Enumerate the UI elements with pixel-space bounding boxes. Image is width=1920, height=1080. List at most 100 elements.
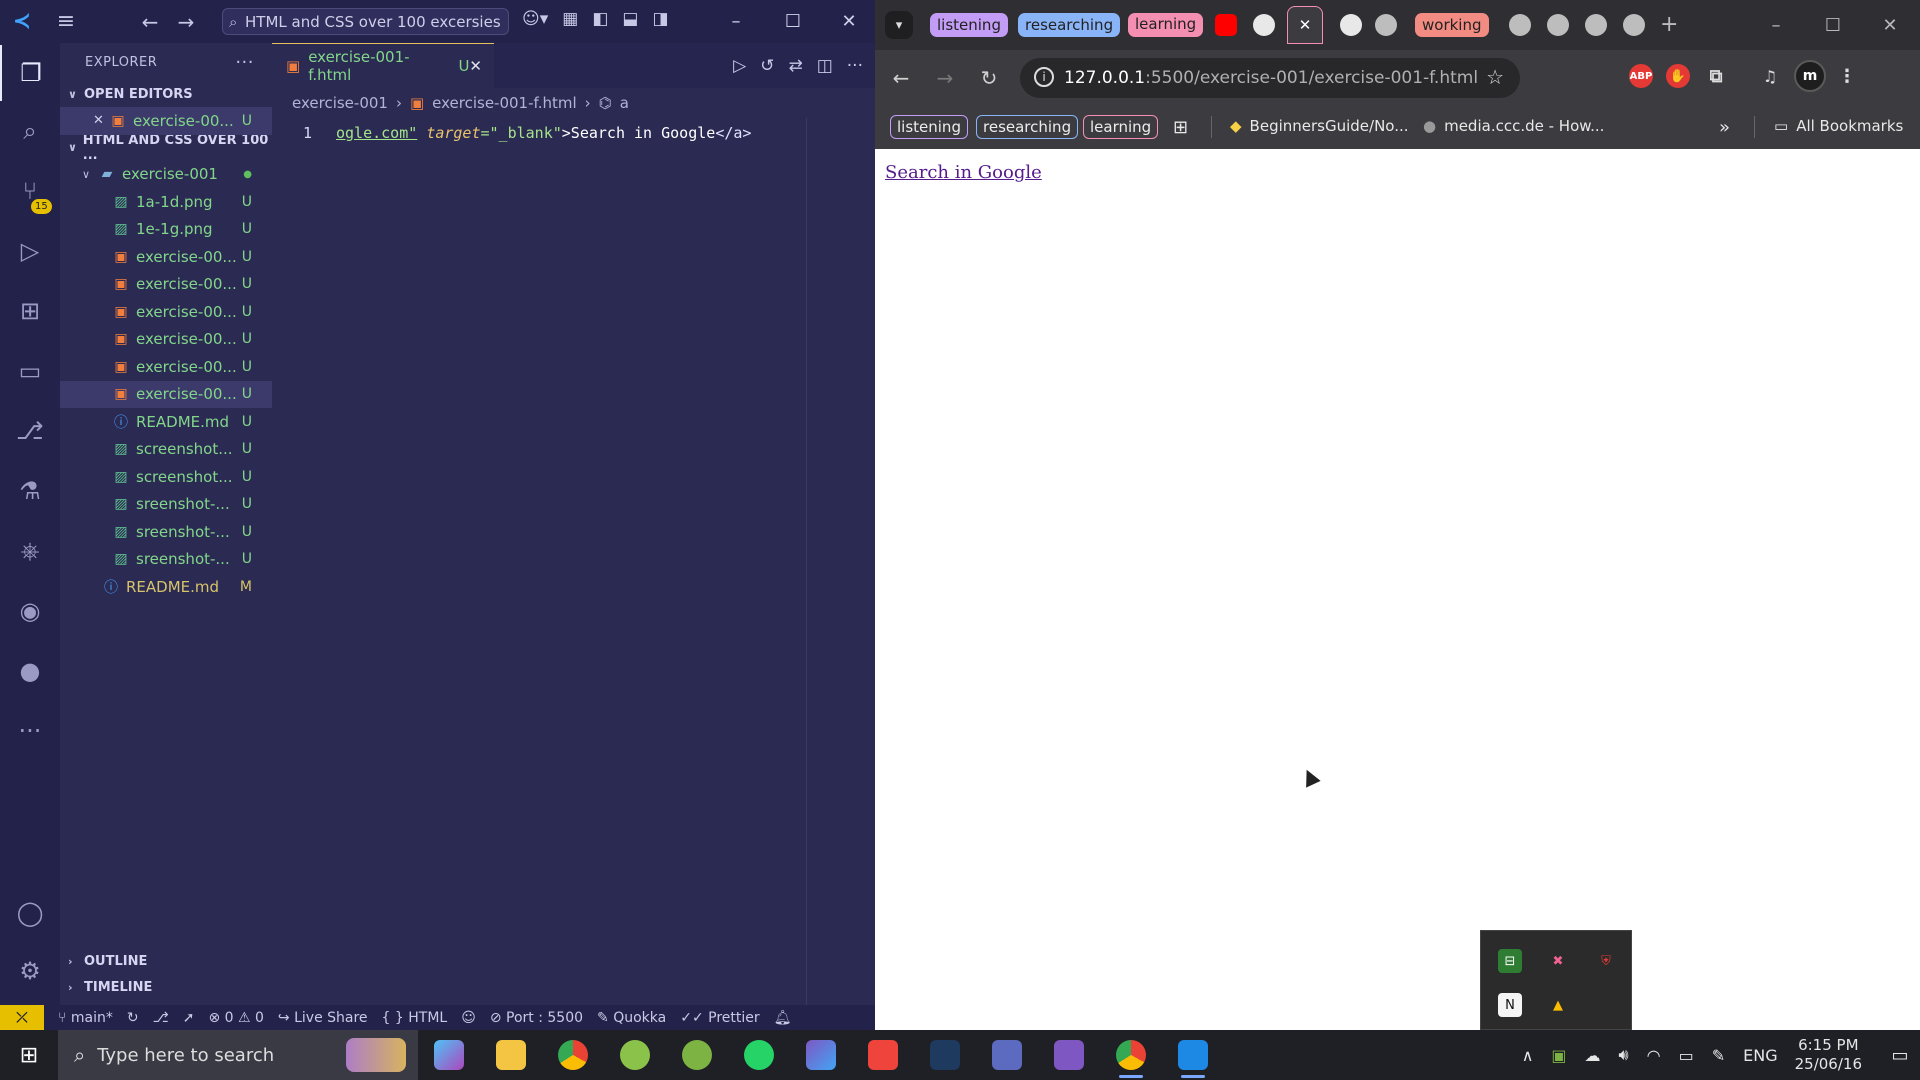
root-readme-row[interactable]: ⓘ README.md M xyxy=(60,573,272,601)
editor-tab[interactable]: ▣ exercise-001-f.html U ✕ xyxy=(272,43,494,88)
remote-explorer-icon[interactable]: ▭ xyxy=(0,343,60,399)
chrome-menu-icon[interactable]: ⋮ xyxy=(1835,64,1859,88)
copilot-taskbar-icon[interactable] xyxy=(418,1030,480,1080)
bookmark-group-researching[interactable]: researching xyxy=(976,115,1079,139)
onedrive-icon[interactable]: ☁ xyxy=(1585,1046,1601,1065)
chrome-minimize-button[interactable]: – xyxy=(1747,0,1805,50)
minimap[interactable] xyxy=(806,118,875,1008)
language-indicator[interactable]: ENG xyxy=(1743,1046,1777,1065)
extension-hand-icon[interactable]: ✋ xyxy=(1666,64,1690,88)
notion-icon[interactable]: N xyxy=(1498,993,1522,1017)
file-row[interactable]: ▣ exercise-00... U xyxy=(60,298,272,326)
code-line[interactable]: 1 ogle.com" target="_blank">Search in Go… xyxy=(272,118,875,148)
branch-status[interactable]: ⑂ main* xyxy=(58,1010,113,1026)
compare-icon[interactable]: ⇄ xyxy=(788,56,802,76)
obsidian-taskbar-icon[interactable] xyxy=(1038,1030,1100,1080)
vscode-taskbar-icon[interactable] xyxy=(1162,1030,1224,1080)
pen-icon[interactable]: ✎ xyxy=(1712,1046,1725,1065)
file-row[interactable]: ▣ exercise-00... U xyxy=(60,326,272,354)
github-tab-icon[interactable] xyxy=(1340,14,1362,36)
toggle-panel-icon[interactable]: ⬓ xyxy=(622,9,638,29)
customize-layout-icon[interactable]: ▦ xyxy=(562,9,578,29)
breadcrumb-folder[interactable]: exercise-001 xyxy=(292,94,388,112)
problems-status[interactable]: ⊗ 0 ⚠ 0 xyxy=(208,1010,263,1026)
more-actions-icon[interactable]: ··· xyxy=(847,56,863,76)
anydesk-taskbar-icon[interactable] xyxy=(852,1030,914,1080)
code-text[interactable]: ogle.com" target="_blank">Search in Goog… xyxy=(326,124,776,142)
quokka-icon[interactable]: ◉ xyxy=(0,583,60,639)
chrome-tab-icon[interactable] xyxy=(1623,14,1645,36)
breadcrumb-file[interactable]: exercise-001-f.html xyxy=(432,94,577,112)
chrome-active-taskbar-icon[interactable] xyxy=(1100,1030,1162,1080)
tray-app-icon[interactable]: ✖ xyxy=(1546,949,1570,973)
kubernetes-icon[interactable]: ⎈ xyxy=(0,523,60,579)
tab-group-working[interactable]: working xyxy=(1415,13,1489,37)
file-explorer-taskbar-icon[interactable] xyxy=(480,1030,542,1080)
file-row[interactable]: ▨ 1a-1d.png U xyxy=(60,188,272,216)
bookmark-star-icon[interactable]: ☆ xyxy=(1486,65,1504,89)
notifications-bell-icon[interactable]: 🔔︎ xyxy=(774,1010,792,1026)
apps-grid-icon[interactable]: ⊞ xyxy=(1173,117,1188,138)
file-row[interactable]: ▨ 1e-1g.png U xyxy=(60,216,272,244)
file-row[interactable]: ▨ sreenshot-... U xyxy=(60,546,272,574)
prettier-status[interactable]: ✓✓ Prettier xyxy=(680,1010,759,1026)
bookmark-media-ccc[interactable]: ● media.ccc.de - How... xyxy=(1423,117,1604,135)
rocket-icon[interactable]: ➚ xyxy=(183,1010,195,1026)
close-button[interactable]: ✕ xyxy=(820,0,878,43)
file-row[interactable]: ▣ exercise-00... U xyxy=(60,353,272,381)
app-taskbar-icon[interactable] xyxy=(976,1030,1038,1080)
github-tab-icon[interactable] xyxy=(1253,14,1275,36)
chrome-maximize-button[interactable]: ☐ xyxy=(1804,0,1862,50)
maximize-button[interactable]: ☐ xyxy=(764,0,822,43)
chrome-tab-icon[interactable] xyxy=(1585,14,1607,36)
open-editor-item[interactable]: ✕ ▣ exercise-00... U xyxy=(60,107,272,135)
windows-start-icon[interactable]: ⊞ xyxy=(0,1030,58,1080)
close-editor-icon[interactable]: ✕ xyxy=(93,113,109,128)
file-row[interactable]: ▣ exercise-00... U xyxy=(60,380,272,408)
language-status[interactable]: { } HTML xyxy=(382,1010,448,1026)
testing-icon[interactable]: ⚗ xyxy=(0,463,60,519)
bookmark-group-listening[interactable]: listening xyxy=(890,115,968,139)
reload-icon[interactable]: ↻ xyxy=(967,66,1011,90)
extensions-puzzle-icon[interactable]: ⧉ xyxy=(1704,64,1728,88)
explorer-more-icon[interactable]: ··· xyxy=(235,52,254,73)
app-taskbar-icon[interactable] xyxy=(604,1030,666,1080)
wifi-icon[interactable]: ◠ xyxy=(1647,1046,1661,1065)
active-tab-close-icon[interactable]: ✕ xyxy=(1287,6,1323,44)
more-icon[interactable]: ··· xyxy=(0,703,60,759)
split-editor-icon[interactable]: ◫ xyxy=(817,56,833,76)
chrome-close-button[interactable]: ✕ xyxy=(1861,0,1919,50)
back-arrow-icon[interactable]: ← xyxy=(138,10,162,34)
file-row[interactable]: ▣ exercise-00... U xyxy=(60,271,272,299)
new-tab-plus-icon[interactable]: + xyxy=(1660,12,1678,37)
adblock-plus-icon[interactable]: ABP xyxy=(1629,64,1653,88)
tab-group-learning[interactable]: learning xyxy=(1128,13,1204,37)
settings-gear-icon[interactable]: ⚙ xyxy=(0,943,60,999)
explorer-icon[interactable]: ❐ xyxy=(0,45,60,101)
address-bar[interactable]: i 127.0.0.1:5500/exercise-001/exercise-0… xyxy=(1020,58,1520,98)
tray-shield-icon[interactable]: ⛨ xyxy=(1594,949,1618,973)
clock[interactable]: 6:15 PM 25/06/16 xyxy=(1795,1036,1862,1074)
google-drive-icon[interactable]: ▲ xyxy=(1546,993,1570,1017)
taskbar-search[interactable]: ⌕ Type here to search xyxy=(58,1030,418,1080)
file-row[interactable]: ▨ screenshot... U xyxy=(60,463,272,491)
copilot-status-icon[interactable]: ☺ xyxy=(461,1010,476,1026)
accounts-icon[interactable]: ◯ xyxy=(0,885,60,941)
port-status[interactable]: ⊘ Port : 5500 xyxy=(490,1010,583,1026)
project-section[interactable]: ∨ HTML AND CSS OVER 100 ... xyxy=(60,133,272,163)
app-taskbar-icon[interactable] xyxy=(666,1030,728,1080)
quokka-status[interactable]: ✎ Quokka xyxy=(597,1010,666,1026)
more-bookmarks-icon[interactable]: » xyxy=(1719,117,1730,138)
app-taskbar-icon[interactable] xyxy=(790,1030,852,1080)
profile-avatar[interactable]: m xyxy=(1794,60,1826,92)
open-editors-section[interactable]: ∨ OPEN EDITORS xyxy=(60,81,272,107)
tab-group-listening[interactable]: listening xyxy=(930,13,1008,37)
chrome-tab-icon[interactable] xyxy=(1509,14,1531,36)
file-row[interactable]: ▣ exercise-00... U xyxy=(60,243,272,271)
extensions-icon[interactable]: ⊞ xyxy=(0,283,60,339)
bookmark-group-learning[interactable]: learning xyxy=(1083,115,1159,139)
copilot-icon[interactable]: ☺▾ xyxy=(522,9,548,29)
back-icon[interactable]: ← xyxy=(879,66,923,90)
chrome-taskbar-icon[interactable] xyxy=(542,1030,604,1080)
toggle-sidebar-icon[interactable]: ◧ xyxy=(592,9,608,29)
